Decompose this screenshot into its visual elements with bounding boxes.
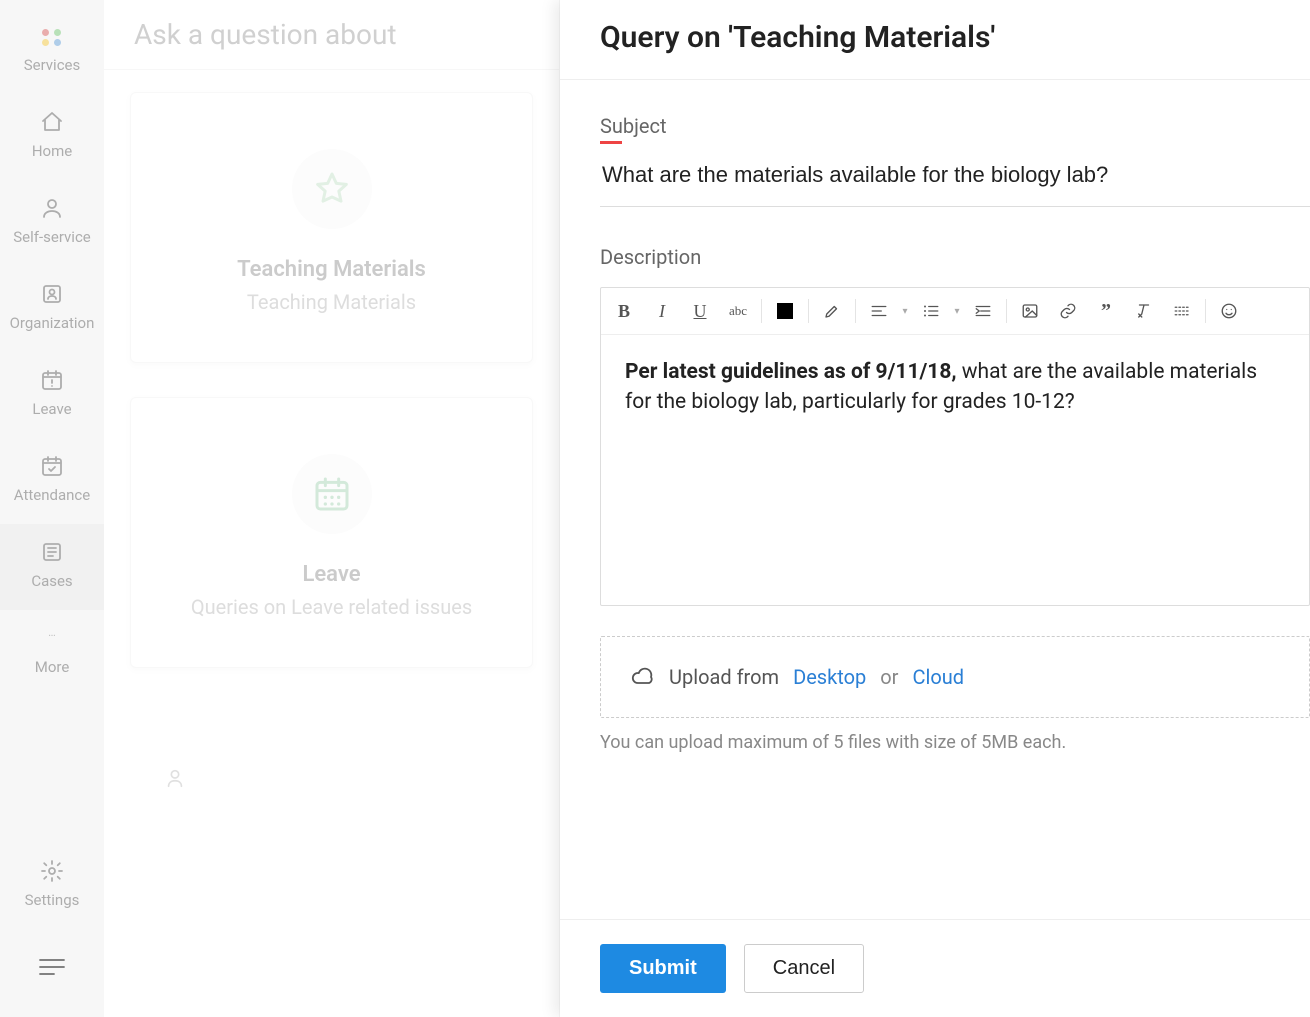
hr-icon bbox=[1173, 302, 1191, 320]
nav-settings[interactable]: Settings bbox=[0, 843, 104, 929]
bold-button[interactable]: B bbox=[605, 294, 643, 328]
bullet-list-icon bbox=[922, 302, 940, 320]
star-icon bbox=[292, 149, 372, 229]
toolbar-separator bbox=[855, 299, 856, 323]
category-header: Ask a question about bbox=[104, 0, 559, 70]
calendar-check-icon bbox=[38, 452, 66, 480]
category-list: Teaching Materials Teaching Materials Le… bbox=[104, 70, 559, 1017]
nav-more[interactable]: More bbox=[0, 610, 104, 696]
indent-button[interactable] bbox=[964, 294, 1002, 328]
smiley-icon bbox=[1220, 302, 1238, 320]
list-button[interactable] bbox=[912, 294, 950, 328]
nav-label: Home bbox=[32, 142, 72, 160]
nav-self-service[interactable]: Self-service bbox=[0, 180, 104, 266]
toolbar-separator bbox=[1006, 299, 1007, 323]
upload-or: or bbox=[880, 665, 898, 689]
hamburger-icon bbox=[38, 957, 66, 977]
upload-prefix: Upload from bbox=[669, 665, 779, 689]
toolbar-separator bbox=[808, 299, 809, 323]
category-card-leave[interactable]: Leave Queries on Leave related issues bbox=[130, 397, 533, 668]
description-textarea[interactable]: Per latest guidelines as of 9/11/18, wha… bbox=[601, 335, 1309, 605]
toolbar-separator bbox=[761, 299, 762, 323]
italic-button[interactable]: I bbox=[643, 294, 681, 328]
editor-toolbar: B I U abc ▾ ▾ bbox=[601, 288, 1309, 335]
nav-label: Cases bbox=[31, 572, 72, 590]
quote-button[interactable]: ” bbox=[1087, 294, 1125, 328]
panel-body: Subject Description B I U abc ▾ bbox=[560, 80, 1310, 919]
nav-label: Self-service bbox=[13, 228, 91, 246]
toolbar-separator bbox=[1205, 299, 1206, 323]
color-swatch-icon bbox=[777, 303, 793, 319]
align-left-icon bbox=[870, 302, 888, 320]
clear-format-icon bbox=[1135, 302, 1153, 320]
subject-label: Subject bbox=[600, 114, 667, 144]
ellipsis-icon bbox=[38, 624, 66, 652]
calendar-exclaim-icon bbox=[38, 366, 66, 394]
nav-label: Leave bbox=[32, 400, 71, 418]
highlight-button[interactable] bbox=[813, 294, 851, 328]
hr-button[interactable] bbox=[1163, 294, 1201, 328]
person-icon bbox=[38, 194, 66, 222]
services-logo-icon bbox=[38, 22, 66, 50]
upload-cloud-link[interactable]: Cloud bbox=[912, 665, 964, 689]
nav-leave[interactable]: Leave bbox=[0, 352, 104, 438]
upload-desktop-link[interactable]: Desktop bbox=[793, 665, 866, 689]
description-bold-text: Per latest guidelines as of 9/11/18, bbox=[625, 360, 957, 384]
nav-services[interactable]: Services bbox=[0, 8, 104, 94]
nav-label: More bbox=[35, 658, 70, 676]
sidebar: Services Home Self-service Organization … bbox=[0, 0, 104, 1017]
description-label: Description bbox=[600, 245, 701, 275]
gear-icon bbox=[38, 857, 66, 885]
card-title: Leave bbox=[302, 562, 360, 587]
nav-label: Settings bbox=[25, 891, 80, 909]
cloud-icon bbox=[631, 665, 655, 689]
text-color-button[interactable] bbox=[766, 294, 804, 328]
nav-home[interactable]: Home bbox=[0, 94, 104, 180]
align-dropdown[interactable]: ▾ bbox=[898, 306, 912, 317]
link-icon bbox=[1059, 302, 1077, 320]
cases-icon bbox=[38, 538, 66, 566]
nav-cases[interactable]: Cases bbox=[0, 524, 104, 610]
underline-button[interactable]: U bbox=[681, 294, 719, 328]
home-icon bbox=[38, 108, 66, 136]
panel-header: Query on 'Teaching Materials' bbox=[560, 0, 1310, 80]
panel-footer: Submit Cancel bbox=[560, 919, 1310, 1017]
nav-label: Organization bbox=[10, 314, 95, 332]
highlighter-icon bbox=[823, 302, 841, 320]
card-subtitle: Teaching Materials bbox=[247, 290, 416, 314]
nav-label: Services bbox=[24, 56, 81, 74]
nav-attendance[interactable]: Attendance bbox=[0, 438, 104, 524]
nav-organization[interactable]: Organization bbox=[0, 266, 104, 352]
card-title: Teaching Materials bbox=[237, 257, 426, 282]
nav-label: Attendance bbox=[14, 486, 90, 504]
image-button[interactable] bbox=[1011, 294, 1049, 328]
person-outline-icon bbox=[164, 767, 186, 793]
cancel-button[interactable]: Cancel bbox=[744, 944, 864, 993]
card-subtitle: Queries on Leave related issues bbox=[191, 595, 472, 619]
subject-input[interactable] bbox=[600, 148, 1310, 207]
query-panel: Query on 'Teaching Materials' Subject De… bbox=[560, 0, 1310, 1017]
clear-format-button[interactable] bbox=[1125, 294, 1163, 328]
calendar-icon bbox=[292, 454, 372, 534]
nav-collapse-toggle[interactable] bbox=[0, 929, 104, 1017]
strikethrough-button[interactable]: abc bbox=[719, 294, 757, 328]
align-button[interactable] bbox=[860, 294, 898, 328]
panel-title: Query on 'Teaching Materials' bbox=[600, 20, 1310, 55]
upload-dropzone[interactable]: Upload from Desktop or Cloud bbox=[600, 636, 1310, 718]
upload-hint: You can upload maximum of 5 files with s… bbox=[600, 732, 1310, 753]
list-dropdown[interactable]: ▾ bbox=[950, 306, 964, 317]
image-icon bbox=[1021, 302, 1039, 320]
indent-icon bbox=[974, 302, 992, 320]
link-button[interactable] bbox=[1049, 294, 1087, 328]
rich-text-editor: B I U abc ▾ ▾ bbox=[600, 287, 1310, 606]
category-card-teaching-materials[interactable]: Teaching Materials Teaching Materials bbox=[130, 92, 533, 363]
emoji-button[interactable] bbox=[1210, 294, 1248, 328]
organization-icon bbox=[38, 280, 66, 308]
category-column: Ask a question about Teaching Materials … bbox=[104, 0, 560, 1017]
submit-button[interactable]: Submit bbox=[600, 944, 726, 993]
